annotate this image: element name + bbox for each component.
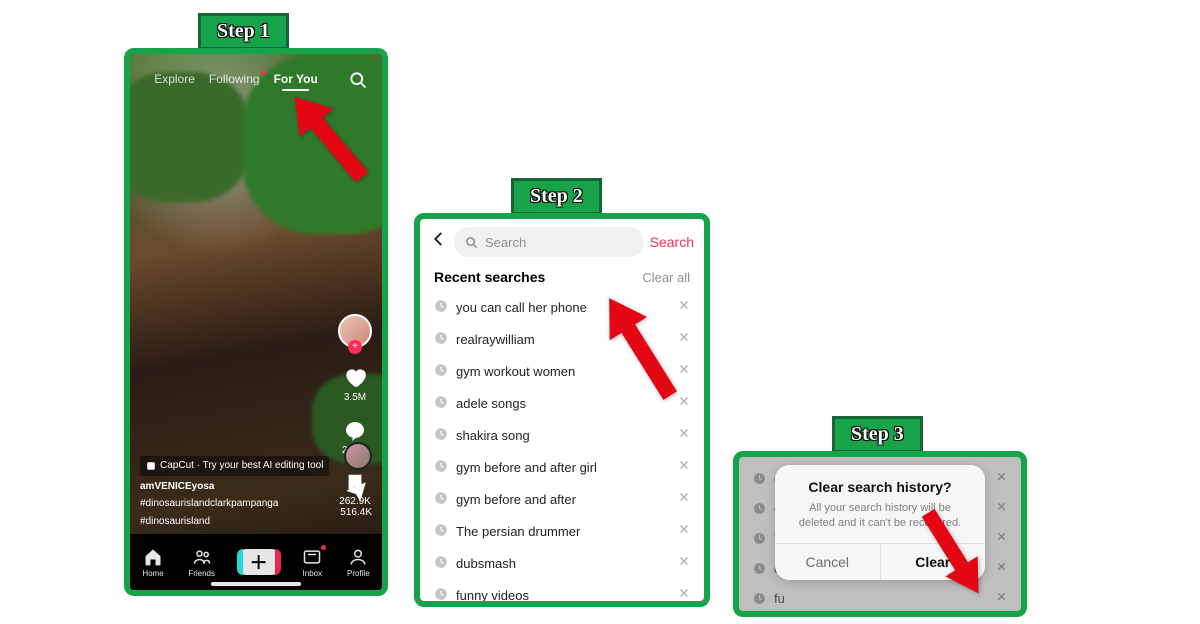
step2-screenshot: Search Search Recent searches Clear all … bbox=[414, 213, 710, 607]
recent-search-item[interactable]: you can call her phone bbox=[420, 291, 704, 323]
recent-search-item[interactable]: shakira song bbox=[420, 419, 704, 451]
username[interactable]: amVENICEyosa bbox=[140, 480, 322, 494]
remove-search-button[interactable] bbox=[678, 362, 690, 380]
search-header: Search Search bbox=[420, 219, 704, 265]
remove-search-button[interactable] bbox=[678, 426, 690, 444]
recent-searches-list: you can call her phone realraywilliam gym … bbox=[420, 291, 704, 607]
nav-home[interactable]: Home bbox=[142, 547, 163, 578]
recent-search-item[interactable]: gym workout women bbox=[420, 355, 704, 387]
tab-explore[interactable]: Explore bbox=[154, 72, 195, 86]
dialog-message: All your search history will be deleted … bbox=[791, 501, 969, 531]
clock-icon bbox=[434, 395, 448, 412]
like-count: 3.5M bbox=[344, 392, 366, 403]
recent-search-item[interactable]: The persian drummer bbox=[420, 515, 704, 547]
clear-history-dialog: Clear search history? All your search hi… bbox=[775, 465, 985, 580]
recent-search-item[interactable]: gym before and after bbox=[420, 483, 704, 515]
nav-profile-label: Profile bbox=[347, 569, 370, 578]
nav-inbox[interactable]: Inbox bbox=[302, 547, 322, 578]
hashtag-line-2[interactable]: #dinosaurisland bbox=[140, 515, 322, 529]
capcut-text: CapCut · Try your best AI editing tool bbox=[160, 459, 323, 473]
search-submit-button[interactable]: Search bbox=[650, 234, 694, 250]
caption-area: CapCut · Try your best AI editing tool a… bbox=[140, 456, 322, 528]
nav-create[interactable]: ＋ bbox=[240, 549, 278, 575]
recent-search-label: adele songs bbox=[456, 396, 670, 411]
nav-profile[interactable]: Profile bbox=[347, 547, 370, 578]
remove-search-button[interactable] bbox=[678, 586, 690, 604]
remove-search-button[interactable] bbox=[678, 490, 690, 508]
recent-search-item[interactable]: adele songs bbox=[420, 387, 704, 419]
back-button[interactable] bbox=[430, 230, 448, 254]
search-input[interactable]: Search bbox=[454, 227, 644, 257]
step-1-badge: Step 1 bbox=[198, 13, 289, 50]
inbox-notification-dot bbox=[321, 545, 326, 550]
recent-search-item[interactable]: realraywilliam bbox=[420, 323, 704, 355]
hashtag-line-1[interactable]: #dinosaurislandclarkpampanga bbox=[140, 497, 322, 511]
search-placeholder: Search bbox=[485, 235, 526, 250]
remove-search-button[interactable] bbox=[678, 554, 690, 572]
recent-searches-header: Recent searches Clear all bbox=[420, 265, 704, 291]
nav-home-label: Home bbox=[142, 569, 163, 578]
clock-icon bbox=[434, 555, 448, 572]
search-icon[interactable] bbox=[348, 70, 368, 95]
share-button[interactable]: 516.4K bbox=[340, 479, 372, 518]
step-2-badge: Step 2 bbox=[511, 178, 602, 215]
nav-friends-label: Friends bbox=[188, 569, 215, 578]
recent-search-label: gym before and after girl bbox=[456, 460, 670, 475]
nav-inbox-label: Inbox bbox=[303, 569, 323, 578]
recent-search-label: you can call her phone bbox=[456, 300, 670, 315]
home-indicator bbox=[211, 582, 301, 586]
recent-search-item[interactable]: dubsmash bbox=[420, 547, 704, 579]
like-button[interactable]: 3.5M bbox=[342, 364, 368, 403]
clock-icon bbox=[434, 363, 448, 380]
tab-for-you[interactable]: For You bbox=[274, 72, 318, 86]
recent-search-label: The persian drummer bbox=[456, 524, 670, 539]
clock-icon bbox=[434, 491, 448, 508]
remove-search-button[interactable] bbox=[678, 394, 690, 412]
remove-search-button[interactable] bbox=[678, 522, 690, 540]
remove-search-button[interactable] bbox=[678, 330, 690, 348]
step1-screenshot: Explore Following For You 3.5M 20.1K 262… bbox=[124, 48, 388, 596]
sound-avatar[interactable] bbox=[344, 442, 372, 470]
recent-search-label: realraywilliam bbox=[456, 332, 670, 347]
clock-icon bbox=[434, 459, 448, 476]
dimmed-search-item: fu bbox=[739, 583, 1021, 613]
step3-screenshot: gygyThdufu Clear search history? All you… bbox=[733, 451, 1027, 617]
recent-searches-title: Recent searches bbox=[434, 269, 545, 285]
share-count: 516.4K bbox=[340, 507, 372, 518]
clock-icon bbox=[434, 331, 448, 348]
step-3-badge: Step 3 bbox=[832, 416, 923, 453]
recent-search-label: funny videos bbox=[456, 588, 670, 603]
clear-all-button[interactable]: Clear all bbox=[642, 270, 690, 285]
tab-following[interactable]: Following bbox=[209, 72, 260, 86]
top-tabs: Explore Following For You bbox=[130, 72, 342, 86]
recent-search-label: dubsmash bbox=[456, 556, 670, 571]
recent-search-label: gym workout women bbox=[456, 364, 670, 379]
creator-avatar[interactable] bbox=[338, 314, 372, 348]
recent-search-label: shakira song bbox=[456, 428, 670, 443]
remove-search-button[interactable] bbox=[678, 298, 690, 316]
clock-icon bbox=[434, 427, 448, 444]
recent-search-item[interactable]: gym before and after girl bbox=[420, 451, 704, 483]
recent-search-item[interactable]: funny videos bbox=[420, 579, 704, 607]
clock-icon bbox=[434, 587, 448, 604]
recent-search-label: gym before and after bbox=[456, 492, 670, 507]
dialog-cancel-button[interactable]: Cancel bbox=[775, 544, 881, 580]
clock-icon bbox=[434, 299, 448, 316]
dialog-title: Clear search history? bbox=[791, 479, 969, 495]
capcut-pill[interactable]: CapCut · Try your best AI editing tool bbox=[140, 456, 329, 476]
dialog-clear-button[interactable]: Clear bbox=[881, 544, 986, 580]
clock-icon bbox=[434, 523, 448, 540]
nav-friends[interactable]: Friends bbox=[188, 547, 215, 578]
remove-search-button[interactable] bbox=[678, 458, 690, 476]
